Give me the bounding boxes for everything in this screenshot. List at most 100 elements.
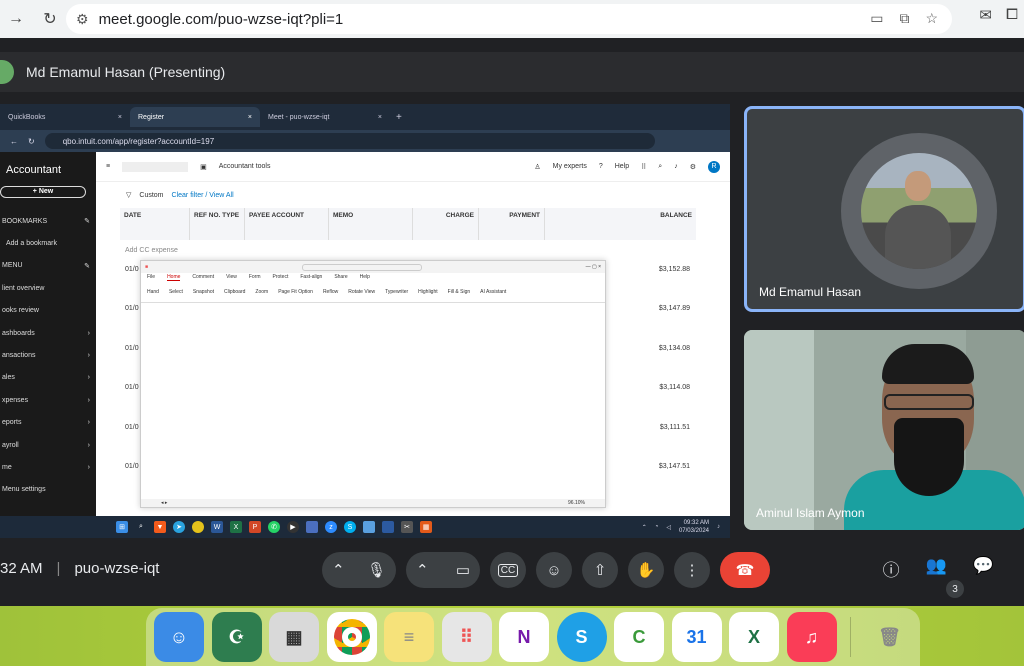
- participant-tile-video[interactable]: Aminul Islam Aymon: [744, 330, 1024, 530]
- windows-taskbar: ⊞ ⌕ ▼ ➤ W X P ✆ ▶ z S ✂ ▦ ⌃ ◔ ◁ 09:32 AM…: [0, 516, 730, 538]
- camera-icon[interactable]: ▭: [456, 561, 470, 579]
- window-controls: — ▢ ×: [585, 264, 601, 270]
- ribbon-ai-assistant: AI Assistant: [480, 288, 507, 295]
- launchpad-icon[interactable]: ⠿: [441, 612, 492, 662]
- present-button[interactable]: ⇧: [582, 552, 618, 588]
- ribbon-clipboard: Clipboard: [224, 288, 246, 295]
- camtasia-icon[interactable]: C: [614, 612, 664, 662]
- col-charge: CHARGE: [413, 208, 479, 240]
- emoji-icon: ☺: [546, 561, 562, 579]
- menu-protect: Protect: [272, 274, 289, 280]
- chevron-up-icon[interactable]: ⌃: [332, 561, 345, 579]
- forward-icon[interactable]: →: [2, 5, 30, 33]
- side-controls: ⓘ 👥 💬: [883, 556, 994, 581]
- sidebar-item-bookmarks: BOOKMARKS ✎: [0, 210, 96, 232]
- info-icon[interactable]: ⓘ: [883, 556, 900, 581]
- media-player-icon: ▶: [287, 521, 299, 533]
- meet-control-bar: 32 AM | puo-wzse-iqt ⌃ 🎙 ⌃ ▭ CC ☺ ⇧ ✋ ⋮ …: [0, 538, 1024, 606]
- chevron-right-icon: ›: [87, 352, 90, 360]
- raise-hand-button[interactable]: ✋: [628, 552, 664, 588]
- page-nav: ◂ ▸: [161, 500, 168, 506]
- help-label: Help: [614, 163, 630, 170]
- row-date: 01/0: [125, 345, 139, 352]
- present-icon: ⇧: [593, 562, 607, 579]
- browser-toolbar: → ↻ ⚙ meet.google.com/puo-wzse-iqt?pli=1…: [0, 0, 1024, 38]
- macos-dock: ☺ ☪ ▦ ≡ ⠿ N S C 31 X ♫ 🗑: [146, 608, 920, 666]
- ribbon-select: Select: [168, 288, 183, 295]
- microphone-icon[interactable]: 🎙: [367, 561, 386, 579]
- camera-control: ⌃ ▭: [406, 552, 480, 588]
- participant-tile-presenter[interactable]: Md Emamul Hasan: [744, 106, 1024, 312]
- sidebar-item-label: ayroll: [2, 441, 19, 449]
- excel-icon[interactable]: X: [729, 612, 779, 662]
- extensions-icon[interactable]: ⧠: [1006, 6, 1018, 24]
- mail-icon[interactable]: ✉: [979, 6, 992, 24]
- avatar-body: [885, 205, 951, 269]
- tab-meet: Meet - puo-wzse-iqt ×: [260, 107, 390, 127]
- clear-filter-link: Clear filter / View All: [171, 191, 234, 199]
- shared-screen: QuickBooks × Register × Meet - puo-wzse-iq…: [0, 104, 730, 538]
- pencil-icon: ✎: [84, 218, 90, 226]
- meeting-code: puo-wzse-iqt: [74, 560, 160, 577]
- trash-icon[interactable]: 🗑: [865, 612, 915, 662]
- calculator-icon[interactable]: ▦: [269, 612, 319, 662]
- onenote-icon[interactable]: N: [499, 612, 549, 662]
- chevron-right-icon: ›: [87, 374, 90, 382]
- emoji-button[interactable]: ☺: [536, 552, 572, 588]
- shared-tab-strip: QuickBooks × Register × Meet - puo-wzse-iq…: [0, 104, 730, 130]
- pdf-reader-icon: ▦: [420, 521, 432, 533]
- reload-icon[interactable]: ↻: [36, 5, 64, 33]
- star-icon[interactable]: ☆: [925, 10, 938, 27]
- menu-comment: Comment: [192, 274, 215, 280]
- pdf-statusbar: ◂ ▸ 96.10%: [141, 499, 605, 507]
- skype-icon[interactable]: S: [556, 612, 607, 662]
- chrome-icon[interactable]: [326, 612, 377, 662]
- row-balance: $3,147.89: [658, 305, 690, 312]
- new-button: + New: [0, 186, 86, 198]
- participant-name: Md Emamul Hasan: [759, 285, 862, 299]
- ribbon-reflow: Reflow: [322, 288, 339, 295]
- pdf-reader-window: ■ — ▢ × File Home Comment View Form Prot…: [140, 260, 606, 508]
- col-balance: BALANCE: [660, 212, 692, 219]
- gear-icon: ⚙: [689, 163, 696, 171]
- divider: |: [56, 560, 61, 577]
- chat-icon[interactable]: 💬: [973, 556, 994, 581]
- people-icon[interactable]: 👥: [926, 556, 947, 581]
- call-controls: ⌃ 🎙 ⌃ ▭ CC ☺ ⇧ ✋ ⋮ ☎: [322, 552, 770, 588]
- quran-app-icon[interactable]: ☪: [211, 612, 262, 662]
- open-in-new-icon[interactable]: ⧉: [899, 10, 909, 27]
- menu-file: File: [147, 274, 156, 280]
- ribbon-highlight: Highlight: [418, 288, 438, 295]
- notes-icon[interactable]: ≡: [384, 612, 434, 662]
- camera-icon[interactable]: ▭: [870, 10, 883, 27]
- pdf-search-box: [302, 263, 423, 271]
- ribbon-typewriter: Typewriter: [385, 288, 409, 295]
- captions-icon: CC: [497, 563, 519, 577]
- address-bar[interactable]: ⚙ meet.google.com/puo-wzse-iqt?pli=1 ▭ ⧉…: [66, 4, 952, 34]
- chevron-up-icon[interactable]: ⌃: [416, 561, 429, 579]
- site-settings-icon[interactable]: ⚙: [76, 11, 89, 28]
- captions-button[interactable]: CC: [490, 552, 526, 588]
- calendar-icon[interactable]: 31: [671, 612, 722, 662]
- meeting-info: 32 AM | puo-wzse-iqt: [0, 560, 159, 577]
- app-icon: [382, 521, 394, 533]
- row-balance: $3,134.08: [658, 345, 690, 352]
- search-icon: ⌕: [658, 162, 663, 170]
- music-icon[interactable]: ♫: [786, 612, 837, 662]
- chevron-right-icon: ›: [87, 463, 90, 471]
- finder-icon[interactable]: ☺: [154, 612, 204, 662]
- participants-count-badge: 3: [946, 580, 964, 598]
- ribbon-rotate: Rotate View: [348, 288, 376, 295]
- leave-call-button[interactable]: ☎: [720, 552, 770, 588]
- sidebar-item-books-review: ooks review: [0, 300, 96, 322]
- dock-separator: [850, 617, 851, 657]
- meeting-time: 32 AM: [0, 560, 43, 577]
- app-icon: [363, 521, 375, 533]
- new-tab-icon: +: [396, 111, 402, 123]
- register-header: DATE REF NO. TYPE PAYEE ACCOUNT MEMO CHA…: [120, 208, 696, 240]
- sidebar-item-label: Menu settings: [2, 486, 46, 494]
- bell-icon: ♪: [717, 524, 720, 530]
- sidebar-item-label: eports: [2, 419, 22, 427]
- skype-icon: S: [344, 521, 356, 533]
- more-options-button[interactable]: ⋮: [674, 552, 710, 588]
